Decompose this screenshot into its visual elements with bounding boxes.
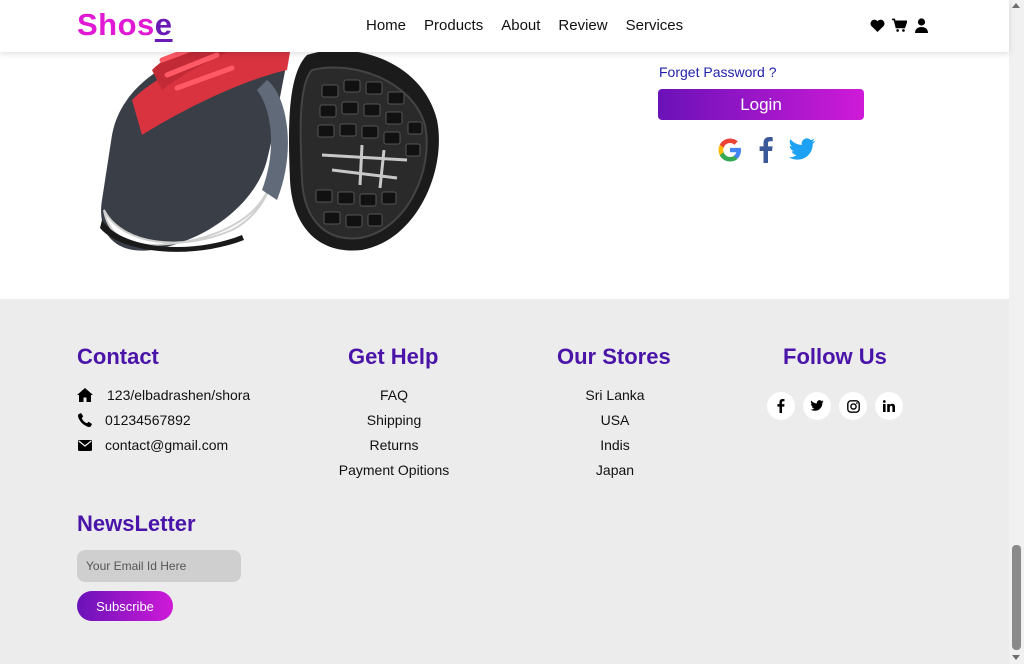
login-panel: Forget Password ? Login: [658, 62, 864, 120]
logo[interactable]: Shose: [77, 7, 173, 43]
contact-title: Contact: [77, 344, 159, 369]
twitter-icon[interactable]: [788, 136, 816, 164]
contact-address: 123/elbadrashen/shora: [77, 387, 250, 403]
scroll-up-arrow-icon[interactable]: [1012, 3, 1020, 8]
facebook-icon[interactable]: [767, 392, 795, 420]
store-link-sri-lanka[interactable]: Sri Lanka: [565, 383, 665, 408]
contact-email: contact@gmail.com: [77, 437, 228, 453]
email-text: contact@gmail.com: [105, 437, 229, 453]
facebook-icon[interactable]: [752, 136, 780, 164]
google-icon[interactable]: [716, 136, 744, 164]
main-nav: Home Products About Review Services: [357, 17, 692, 34]
nav-home[interactable]: Home: [357, 17, 415, 34]
store-link-japan[interactable]: Japan: [565, 458, 665, 483]
get-help-list: FAQ Shipping Returns Payment Opitions: [334, 383, 454, 483]
help-link-shipping[interactable]: Shipping: [334, 408, 454, 433]
help-link-faq[interactable]: FAQ: [334, 383, 454, 408]
help-link-returns[interactable]: Returns: [334, 433, 454, 458]
newsletter-title: NewsLetter: [77, 511, 196, 536]
phone-text: 01234567892: [105, 412, 191, 428]
phone-icon: [77, 412, 93, 428]
linkedin-icon[interactable]: [875, 392, 903, 420]
follow-title: Follow Us: [783, 344, 887, 369]
site-footer: Contact 123/elbadrashen/shora 0123456789…: [0, 299, 1009, 664]
store-link-usa[interactable]: USA: [565, 408, 665, 433]
contact-phone: 01234567892: [77, 412, 191, 428]
logo-main: Shos: [77, 7, 155, 42]
login-button[interactable]: Login: [658, 89, 864, 120]
instagram-icon[interactable]: [839, 392, 867, 420]
stores-title: Our Stores: [557, 344, 671, 369]
cart-icon[interactable]: [892, 18, 907, 33]
nav-about[interactable]: About: [492, 17, 549, 34]
nav-review[interactable]: Review: [549, 17, 616, 34]
logo-accent: e: [154, 7, 173, 42]
get-help-title: Get Help: [348, 344, 439, 369]
stores-list: Sri Lanka USA Indis Japan: [565, 383, 665, 483]
nav-services[interactable]: Services: [617, 17, 693, 34]
user-icon[interactable]: [914, 18, 929, 33]
help-link-payment[interactable]: Payment Opitions: [334, 458, 454, 483]
page-scrollbar[interactable]: [1009, 0, 1024, 664]
scroll-down-arrow-icon[interactable]: [1012, 655, 1020, 660]
forget-password-link[interactable]: Forget Password ?: [659, 62, 864, 82]
store-link-indis[interactable]: Indis: [565, 433, 665, 458]
home-icon: [77, 387, 93, 403]
subscribe-button[interactable]: Subscribe: [77, 591, 173, 621]
shoe-image: [92, 40, 452, 256]
twitter-icon[interactable]: [803, 392, 831, 420]
site-header: Shose Home Products About Review Service…: [0, 0, 1009, 52]
envelope-icon: [77, 437, 93, 453]
follow-icons: [767, 392, 903, 420]
heart-icon[interactable]: [870, 18, 885, 33]
header-icons: [870, 18, 929, 33]
newsletter-email-input[interactable]: [77, 550, 241, 582]
nav-products[interactable]: Products: [415, 17, 492, 34]
scrollbar-thumb[interactable]: [1012, 545, 1021, 650]
social-login-row: [716, 136, 816, 164]
address-text: 123/elbadrashen/shora: [107, 387, 251, 403]
